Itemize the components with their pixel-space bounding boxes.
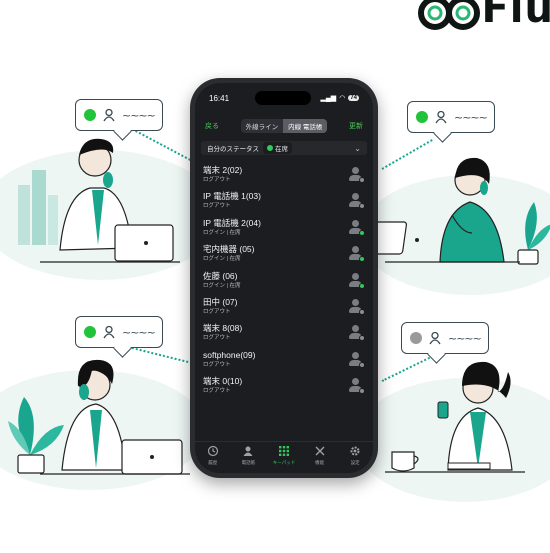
contact-status: ログアウト (203, 203, 231, 210)
update-button[interactable]: 更新 (349, 121, 363, 131)
tab-label: キーパッド (272, 460, 296, 465)
contact-status: ログイン | 在席 (203, 282, 241, 289)
contact-name: 端末 2(02) (203, 165, 243, 175)
brand-text: Flu (481, 0, 550, 32)
top-nav: 戻る 外線ライン 内線 電話帳 更新 (195, 113, 373, 137)
person-icon (103, 108, 115, 122)
status-chip: 在席 (263, 142, 292, 154)
smartphone: 16:41 ▂▄▆ ◠ 74 戻る 外線ライン 内線 電話帳 更新 自分のステー… (190, 78, 378, 478)
online-dot-icon (84, 109, 96, 121)
status-bubble-offline: ~~~~ (401, 322, 489, 354)
tab-contacts[interactable]: 電話帳 (233, 445, 263, 466)
contact-status: ログアウト (203, 177, 231, 183)
contact-status: ログイン | 在席 (203, 256, 241, 263)
avatar-icon (348, 272, 365, 289)
contact-name: 端末 8(08) (203, 323, 243, 334)
my-status-label: 自分のステータス (207, 146, 259, 153)
avatar-icon (348, 193, 365, 210)
contact-row[interactable]: 宅内機器 (05) ログイン | 在席 (195, 242, 373, 268)
person-icon (103, 325, 115, 339)
keypad-icon (278, 445, 290, 458)
segmented-control: 外線ライン 内線 電話帳 (240, 119, 328, 133)
tab-internal-directory[interactable]: 内線 電話帳 (283, 119, 328, 133)
clock-icon (207, 445, 219, 458)
bubble-text: ~~~~ (122, 325, 156, 339)
gear-icon (349, 445, 361, 458)
avatar-icon (348, 167, 365, 183)
online-badge-icon (359, 229, 365, 236)
contact-status: ログアウト (203, 308, 231, 315)
bubble-text: ~~~~ (122, 108, 156, 122)
contact-name: softphone(09) (203, 349, 256, 360)
person-icon (435, 110, 447, 124)
bottom-tab-bar: 履歴 電話帳 キーパッド 機能 設定 (195, 441, 373, 473)
contact-status: ログアウト (203, 388, 231, 395)
status-bubble-online: ~~~~ (407, 101, 495, 133)
tab-outside-lines[interactable]: 外線ライン (241, 119, 284, 133)
contact-status: ログイン | 在席 (203, 229, 241, 236)
contact-name: 宅内機器 (05) (203, 244, 255, 255)
online-dot-icon (84, 326, 96, 338)
bubble-text: ~~~~ (448, 331, 482, 345)
status-bubble-online: ~~~~ (75, 99, 163, 131)
tab-label: 電話帳 (241, 460, 256, 465)
clock: 16:41 (209, 93, 230, 103)
online-badge-icon (359, 282, 365, 289)
status-bubble-online: ~~~~ (75, 316, 163, 348)
avatar-icon (348, 246, 365, 263)
back-button[interactable]: 戻る (205, 121, 219, 131)
contact-row[interactable]: softphone(09) ログアウト (195, 348, 373, 374)
contact-row[interactable]: 端末 8(08) ログアウト (195, 321, 373, 347)
brand-rings-icon (418, 0, 481, 30)
tools-icon (314, 445, 326, 458)
contact-name: 佐藤 (06) (203, 270, 238, 281)
contact-row[interactable]: 端末 2(02) ログアウト (195, 163, 373, 189)
my-status-selector[interactable]: 自分のステータス 在席 ⌄ (201, 141, 367, 155)
dynamic-island (255, 91, 311, 105)
offline-badge-icon (359, 177, 365, 183)
contact-name: 田中 (07) (203, 296, 238, 307)
offline-badge-icon (359, 361, 365, 368)
bubble-text: ~~~~ (454, 110, 488, 124)
contacts-icon (242, 445, 254, 458)
contact-name: 端末 0(10) (203, 376, 243, 387)
tab-label: 履歴 (208, 460, 218, 465)
person-icon (429, 331, 441, 345)
tab-clock[interactable]: 履歴 (198, 445, 228, 466)
contact-name: IP 電話機 1(03) (203, 191, 261, 202)
avatar-icon (348, 219, 365, 236)
signal-icon: ▂▄▆ (320, 95, 337, 102)
battery-icon: 74 (348, 95, 359, 101)
contact-row[interactable]: IP 電話機 1(03) ログアウト (195, 189, 373, 215)
contact-status: ログアウト (203, 361, 231, 368)
contact-row[interactable]: 端末 0(10) ログアウト (195, 374, 373, 400)
avatar-icon (348, 378, 365, 395)
status-icons: ▂▄▆ ◠ 74 (320, 94, 359, 102)
contact-row[interactable]: 佐藤 (06) ログイン | 在席 (195, 269, 373, 295)
tab-label: 設定 (350, 460, 360, 465)
my-status-value: 在席 (275, 146, 288, 153)
tab-label: 機能 (315, 460, 325, 465)
tab-gear[interactable]: 設定 (340, 445, 370, 466)
wifi-icon: ◠ (339, 95, 346, 102)
offline-dot-icon (410, 332, 422, 344)
contact-list: 端末 2(02) ログアウト IP 電話機 1(03) ログアウト IP 電話機 2(0… (195, 159, 373, 401)
contact-row[interactable]: 田中 (07) ログアウト (195, 295, 373, 321)
online-dot-icon (416, 111, 428, 123)
chevron-down-icon: ⌄ (354, 143, 361, 153)
phone-screen: 16:41 ▂▄▆ ◠ 74 戻る 外線ライン 内線 電話帳 更新 自分のステー… (195, 83, 373, 473)
contact-row[interactable]: IP 電話機 2(04) ログイン | 在席 (195, 216, 373, 242)
online-dot-icon (267, 145, 273, 151)
contact-name: IP 電話機 2(04) (203, 217, 261, 228)
avatar-icon (348, 298, 365, 315)
avatar-icon (348, 325, 365, 342)
brand-logo: Flu (417, 0, 550, 32)
offline-badge-icon (359, 308, 365, 315)
tab-keypad[interactable]: キーパッド (269, 445, 299, 466)
contact-status: ログアウト (203, 335, 231, 342)
avatar-icon (348, 351, 365, 368)
illustration-stage: Flu ~~~~ ~~~~ ~~~~ ~~~~ 16:41 ▂▄▆ ◠ 74 戻… (0, 0, 550, 553)
tab-tools[interactable]: 機能 (305, 445, 335, 466)
